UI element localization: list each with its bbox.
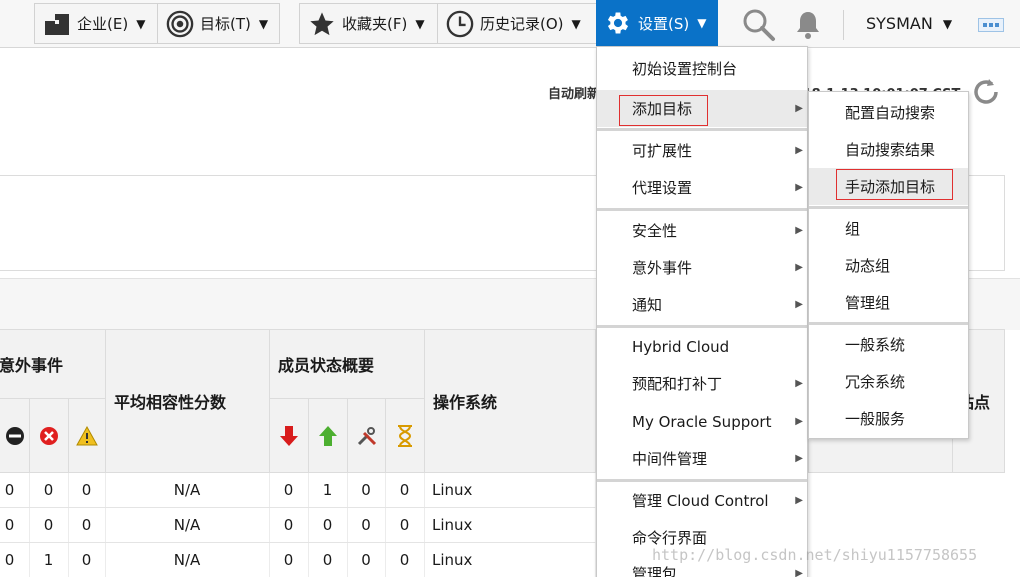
dot-icon	[995, 23, 999, 27]
menu-item-provisioning[interactable]: 预配和打补丁 ▶	[597, 365, 807, 402]
gear-icon	[604, 9, 632, 37]
target-icon	[166, 10, 194, 38]
header-member-status: 成员状态概要	[269, 329, 425, 399]
submenu-item-group[interactable]: 组	[809, 210, 968, 247]
chevron-right-icon: ▶	[795, 299, 803, 310]
menu-divider	[597, 208, 807, 211]
favorites-menu-button[interactable]: 收藏夹(F) ▼	[300, 4, 438, 43]
chevron-right-icon: ▶	[795, 568, 803, 577]
submenu-item-generic-service[interactable]: 一般服务	[809, 400, 968, 437]
menu-item-security[interactable]: 安全性 ▶	[597, 212, 807, 249]
table-row[interactable]: 0 0 0 N/A 0 0 0 0 Linux	[0, 508, 1005, 543]
submenu-item-dynamic-group[interactable]: 动态组	[809, 247, 968, 284]
chevron-right-icon: ▶	[795, 378, 803, 389]
chevron-right-icon: ▶	[795, 453, 803, 464]
menu-item-my-oracle-support[interactable]: My Oracle Support ▶	[597, 403, 807, 440]
table-row[interactable]: 0 0 0 N/A 0 1 0 0 Linux	[0, 473, 1005, 508]
add-target-submenu: 配置自动搜索 自动搜索结果 手动添加目标 组 动态组 管理组 一般系统 冗余系统…	[808, 91, 969, 439]
chevron-right-icon: ▶	[795, 103, 803, 114]
chevron-right-icon: ▶	[795, 145, 803, 156]
highlight-box	[619, 95, 708, 126]
setup-menu-button[interactable]: 设置(S) ▼	[596, 0, 718, 46]
submenu-item-admin-group[interactable]: 管理组	[809, 284, 968, 321]
chevron-right-icon: ▶	[795, 416, 803, 427]
top-toolbar: 企业(E) ▼ 目标(T) ▼ 收藏夹(F) ▼ 历史记录(O) ▼ 设置(S)…	[0, 0, 1020, 48]
critical-icon	[0, 398, 30, 473]
header-incidents: 意外事件	[0, 329, 106, 399]
chevron-right-icon: ▶	[795, 182, 803, 193]
chevron-down-icon: ▼	[258, 16, 269, 31]
menu-item-incidents[interactable]: 意外事件 ▶	[597, 249, 807, 286]
menu-item-hybrid-cloud[interactable]: Hybrid Cloud	[597, 328, 807, 365]
menu-item-middleware[interactable]: 中间件管理 ▶	[597, 440, 807, 477]
toolbar-group-nav: 收藏夹(F) ▼ 历史记录(O) ▼	[299, 3, 597, 44]
bell-icon[interactable]	[793, 9, 823, 45]
menu-item-initial-setup[interactable]: 初始设置控制台	[597, 50, 807, 87]
header-avg-compat: 平均相容性分数	[105, 329, 270, 473]
submenu-item-auto-discovery-results[interactable]: 自动搜索结果	[809, 131, 968, 168]
arrow-up-icon	[308, 398, 348, 473]
hourglass-icon	[385, 398, 425, 473]
chevron-right-icon: ▶	[795, 225, 803, 236]
chevron-down-icon: ▼	[942, 16, 953, 31]
dot-icon	[983, 23, 987, 27]
refresh-icon[interactable]	[970, 76, 1002, 112]
search-icon[interactable]	[742, 8, 776, 46]
chevron-down-icon: ▼	[697, 16, 707, 30]
submenu-item-generic-system[interactable]: 一般系统	[809, 326, 968, 363]
star-icon	[308, 10, 336, 38]
clock-icon	[446, 10, 474, 38]
arrow-down-icon	[269, 398, 309, 473]
menu-item-notifications[interactable]: 通知 ▶	[597, 286, 807, 323]
setup-dropdown-menu: 初始设置控制台 添加目标 ▶ 可扩展性 ▶ 代理设置 ▶ 安全性 ▶ 意外事件 ▶ 通知 ▶…	[596, 46, 808, 577]
chevron-right-icon: ▶	[795, 495, 803, 506]
header-os: 操作系统	[424, 329, 596, 473]
error-icon	[29, 398, 69, 473]
menu-divider	[809, 322, 968, 325]
more-options-button[interactable]	[978, 18, 1004, 32]
toolbar-divider	[843, 10, 844, 40]
chevron-right-icon: ▶	[795, 262, 803, 273]
enterprise-icon	[43, 10, 71, 38]
menu-item-agent-settings[interactable]: 代理设置 ▶	[597, 169, 807, 206]
maintenance-icon	[347, 398, 386, 473]
user-menu-button[interactable]: SYSMAN ▼	[866, 14, 952, 33]
dot-icon	[989, 23, 993, 27]
enterprise-menu-button[interactable]: 企业(E) ▼	[35, 4, 158, 43]
targets-menu-button[interactable]: 目标(T) ▼	[158, 4, 279, 43]
menu-divider	[597, 128, 807, 131]
menu-divider	[809, 206, 968, 209]
submenu-item-auto-discovery-config[interactable]: 配置自动搜索	[809, 94, 968, 131]
menu-item-manage-cloud-control[interactable]: 管理 Cloud Control ▶	[597, 482, 807, 519]
chevron-down-icon: ▼	[415, 16, 425, 31]
warning-icon	[68, 398, 106, 473]
username-label: SYSMAN	[866, 14, 933, 33]
submenu-item-redundancy-system[interactable]: 冗余系统	[809, 363, 968, 400]
highlight-box	[836, 169, 953, 200]
menu-item-extensibility[interactable]: 可扩展性 ▶	[597, 132, 807, 169]
chevron-down-icon: ▼	[136, 16, 146, 31]
chevron-down-icon: ▼	[571, 16, 581, 31]
history-menu-button[interactable]: 历史记录(O) ▼	[438, 4, 596, 43]
toolbar-group-main: 企业(E) ▼ 目标(T) ▼	[34, 3, 280, 44]
watermark: http://blog.csdn.net/shiyu1157758655	[652, 546, 978, 564]
